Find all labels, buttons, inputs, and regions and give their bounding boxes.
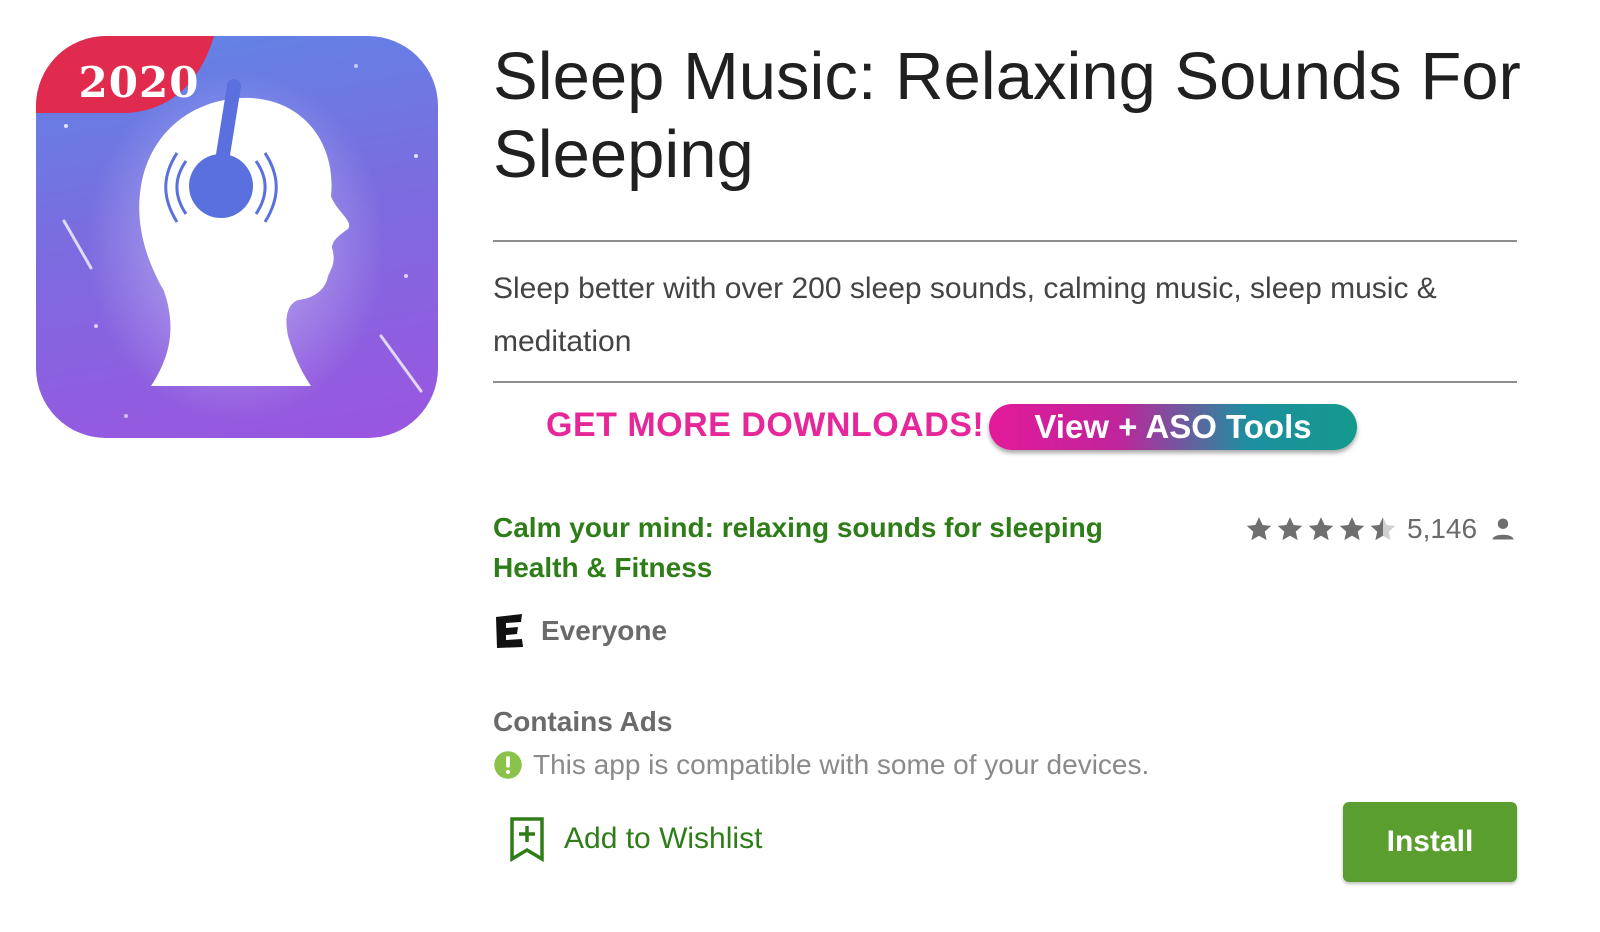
star-icon [1277,517,1303,541]
contains-ads-label: Contains Ads [493,706,673,737]
developer-link[interactable]: Calm your mind: relaxing sounds for slee… [493,512,1103,544]
rating-count: 5,146 [1407,513,1478,544]
app-description: Sleep better with over 200 sleep sounds,… [493,272,1437,358]
bookmark-add-icon [510,817,544,862]
star-rating [1244,514,1399,544]
app-icon: 2020 [36,36,438,438]
app-store-listing: 2020 Sleep Music: Relaxing Sounds For Sl… [0,0,1600,932]
divider [493,240,1517,242]
star-icon [1246,517,1272,541]
promo-text: GET MORE DOWNLOADS! [546,406,985,444]
compatibility-text: This app is compatible with some of your… [533,749,1150,780]
star-icon [1339,517,1365,541]
compatibility-notice: This app is compatible with some of your… [493,749,1149,781]
content-rating: Everyone [493,613,667,649]
install-button[interactable]: Install [1343,802,1517,882]
add-to-wishlist-button[interactable]: Add to Wishlist [508,816,762,862]
year-badge: 2020 [78,58,200,107]
category-link[interactable]: Health & Fitness [493,552,712,584]
half-star-icon [1370,517,1396,541]
esrb-everyone-icon [496,614,523,648]
divider [493,381,1517,383]
aso-tools-button[interactable]: View + ASO Tools [989,404,1357,450]
info-icon [494,751,522,779]
wishlist-label: Add to Wishlist [564,822,763,855]
app-title: Sleep Music: Relaxing Sounds For Sleepin… [493,39,1521,192]
rating-summary: 5,146 [1244,512,1517,546]
content-rating-label: Everyone [541,615,668,646]
person-icon [1492,518,1514,540]
star-icon [1308,517,1334,541]
